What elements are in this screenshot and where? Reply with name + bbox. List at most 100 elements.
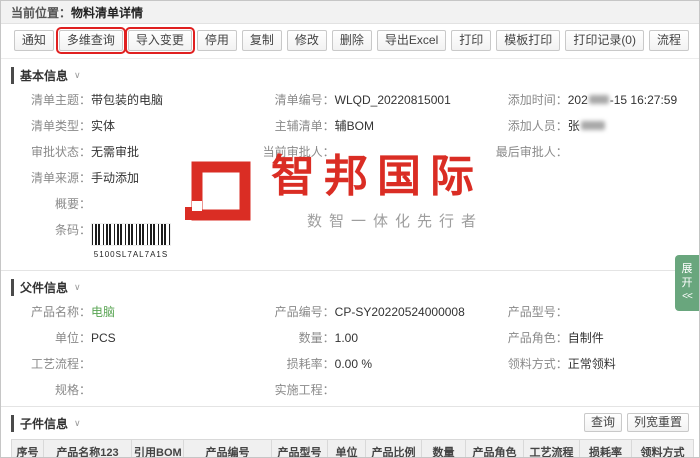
- field-label: 最后审批人：: [488, 145, 568, 160]
- collapse-arrows-icon: <<: [678, 290, 696, 304]
- bom-detail-page: 当前位置： 物料清单详情 通知 多维查询 导入变更 停用 复制 修改 删除 导出…: [0, 0, 700, 458]
- expand-label: 展开: [678, 262, 696, 290]
- notify-button[interactable]: 通知: [14, 30, 54, 51]
- field-spec: 规格：: [11, 383, 255, 398]
- copy-button[interactable]: 复制: [242, 30, 282, 51]
- page-title: 物料清单详情: [71, 4, 143, 21]
- field-label: 概要：: [11, 197, 91, 212]
- field-value: 自制件: [568, 331, 604, 346]
- field-label: 产品角色：: [488, 331, 568, 346]
- field-label: 规格：: [11, 383, 91, 398]
- field-qty: 数量： 1.00: [255, 331, 488, 346]
- field-label: 添加时间：: [488, 93, 568, 108]
- field-type: 清单类型： 实体: [11, 119, 255, 134]
- col-header-unit: 单位: [328, 440, 366, 458]
- field-label: 数量：: [255, 331, 335, 346]
- field-label: 实施工程：: [255, 383, 335, 398]
- field-impl: 实施工程：: [255, 383, 488, 398]
- col-header-product-name: 产品名称123: [44, 440, 132, 458]
- field-label: 产品名称：: [11, 305, 91, 320]
- field-label: 清单主题：: [11, 93, 91, 108]
- table-header-row: 序号 产品名称123 引用BOM 产品编号 产品型号 单位 产品比例 数量 产品…: [12, 440, 694, 458]
- field-value: PCS: [91, 331, 116, 346]
- product-name-link[interactable]: 电脑: [91, 305, 115, 320]
- query-button[interactable]: 查询: [584, 413, 622, 432]
- field-source: 清单来源： 手动添加: [11, 171, 255, 186]
- field-label: 损耗率：: [255, 357, 335, 372]
- field-label: 清单编号：: [255, 93, 335, 108]
- breadcrumb: 当前位置： 物料清单详情: [1, 1, 699, 24]
- chevron-down-icon: ∨: [74, 418, 81, 429]
- field-value: 无需审批: [91, 145, 139, 160]
- field-adder: 添加人员： 张: [488, 119, 689, 134]
- col-header-craft: 工艺流程: [524, 440, 580, 458]
- field-pick: 领料方式： 正常领料: [488, 357, 689, 372]
- field-craft: 工艺流程：: [11, 357, 255, 372]
- field-label: 审批状态：: [11, 145, 91, 160]
- field-value: 0.00 %: [335, 357, 372, 372]
- field-label: 领料方式：: [488, 357, 568, 372]
- field-subject: 清单主题： 带包装的电脑: [11, 93, 255, 108]
- basic-info-grid: 清单主题： 带包装的电脑 清单编号： WLQD_20220815001 添加时间…: [11, 93, 689, 262]
- field-label: 产品型号：: [488, 305, 568, 320]
- field-unit: 单位： PCS: [11, 331, 255, 346]
- barcode-text: 5100SL7AL7A1S: [91, 247, 171, 262]
- field-value: 辅BOM: [335, 119, 374, 134]
- print-record-button[interactable]: 打印记录(0): [565, 30, 644, 51]
- field-value: 实体: [91, 119, 115, 134]
- col-header-no: 序号: [12, 440, 44, 458]
- print-button[interactable]: 打印: [451, 30, 491, 51]
- child-items-title[interactable]: 子件信息 ∨: [11, 415, 81, 432]
- field-summary: 概要：: [11, 197, 255, 212]
- redacted-blur: [581, 121, 605, 130]
- field-code: 清单编号： WLQD_20220815001: [255, 93, 488, 108]
- template-print-button[interactable]: 模板打印: [496, 30, 560, 51]
- parent-info-title[interactable]: 父件信息 ∨: [11, 279, 689, 296]
- field-label: 单位：: [11, 331, 91, 346]
- field-value: CP-SY20220524000008: [335, 305, 465, 320]
- field-add-time: 添加时间： 202-15 16:27:59: [488, 93, 689, 108]
- field-label: 清单来源：: [11, 171, 91, 186]
- redacted-blur: [589, 95, 609, 104]
- field-loss: 损耗率： 0.00 %: [255, 357, 488, 372]
- field-value: 正常领料: [568, 357, 616, 372]
- field-value: 202-15 16:27:59: [568, 93, 677, 108]
- parent-info-grid: 产品名称： 电脑 产品编号： CP-SY20220524000008 产品型号：…: [11, 305, 689, 398]
- col-header-product-model: 产品型号: [272, 440, 328, 458]
- field-label: 条码：: [11, 223, 91, 238]
- multi-query-button[interactable]: 多维查询: [59, 30, 123, 51]
- basic-info-section: 基本信息 ∨ 清单主题： 带包装的电脑 清单编号： WLQD_202208150…: [1, 59, 699, 270]
- toolbar: 通知 多维查询 导入变更 停用 复制 修改 删除 导出Excel 打印 模板打印…: [1, 24, 699, 59]
- field-approve-status: 审批状态： 无需审批: [11, 145, 255, 160]
- field-label: 工艺流程：: [11, 357, 91, 372]
- disable-button[interactable]: 停用: [197, 30, 237, 51]
- field-current-approver: 当前审批人：: [255, 145, 488, 160]
- child-items-title-text: 子件信息: [20, 415, 68, 432]
- barcode-image: 5100SL7AL7A1S: [91, 223, 171, 262]
- chevron-down-icon: ∨: [74, 282, 81, 293]
- parent-info-title-text: 父件信息: [20, 279, 68, 296]
- basic-info-title-text: 基本信息: [20, 67, 68, 84]
- delete-button[interactable]: 删除: [332, 30, 372, 51]
- workflow-button[interactable]: 流程: [649, 30, 689, 51]
- basic-info-title[interactable]: 基本信息 ∨: [11, 67, 689, 84]
- field-product-model: 产品型号：: [488, 305, 689, 320]
- export-excel-button[interactable]: 导出Excel: [377, 30, 446, 51]
- field-product-name: 产品名称： 电脑: [11, 305, 255, 320]
- col-header-qty: 数量: [422, 440, 466, 458]
- expand-panel-tab[interactable]: 展开 <<: [675, 255, 699, 311]
- field-value: WLQD_20220815001: [335, 93, 451, 108]
- field-label: 清单类型：: [11, 119, 91, 134]
- field-value: 1.00: [335, 331, 358, 346]
- field-barcode: 条码： 5100SL7AL7A1S: [11, 223, 255, 262]
- import-change-button[interactable]: 导入变更: [128, 30, 192, 51]
- reset-column-width-button[interactable]: 列宽重置: [627, 413, 689, 432]
- field-mainaux: 主辅清单： 辅BOM: [255, 119, 488, 134]
- field-label: 当前审批人：: [255, 145, 335, 160]
- field-label: 添加人员：: [488, 119, 568, 134]
- barcode-bars: [91, 223, 171, 246]
- parent-info-section: 父件信息 ∨ 产品名称： 电脑 产品编号： CP-SY2022052400000…: [1, 270, 699, 406]
- col-header-loss: 损耗率: [580, 440, 632, 458]
- field-label: 主辅清单：: [255, 119, 335, 134]
- edit-button[interactable]: 修改: [287, 30, 327, 51]
